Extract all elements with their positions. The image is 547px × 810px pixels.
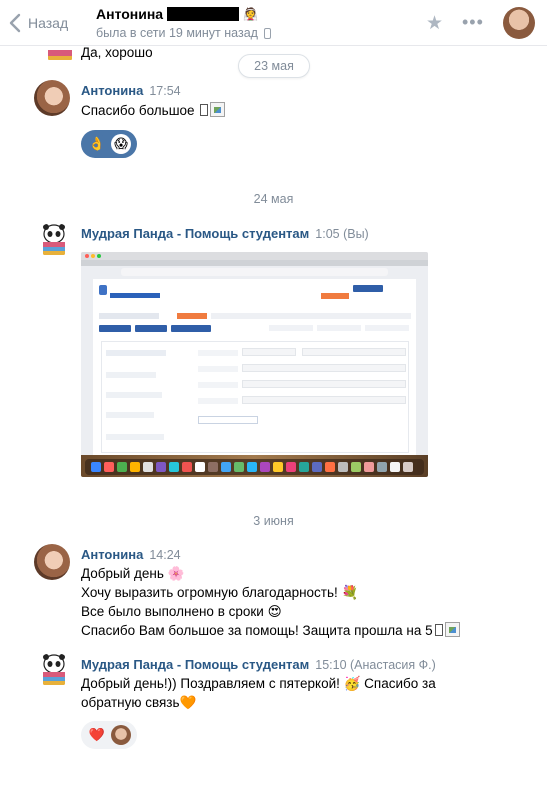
reaction-scream[interactable]: 😱 [111,134,131,154]
message-time: 15:10 (Анастасия Ф.) [315,658,436,672]
reaction-heart[interactable]: ❤️ [87,725,107,745]
back-button[interactable]: Назад [8,10,68,36]
author-name[interactable]: Антонина [81,547,143,562]
missing-glyph-icon [200,104,209,116]
date-pill: 23 мая [238,54,310,78]
screenshot-row [269,325,313,331]
message-line: Добрый день!)) Поздравляем с пятеркой! 🥳… [81,676,436,691]
message-line: обратную связь🧡 [81,695,197,710]
message-line-wrap: Спасибо Вам большое за помощь! Защита пр… [81,621,460,640]
attached-screenshot[interactable] [81,252,428,477]
message-author[interactable]: Антонина 14:24 [81,547,181,562]
online-status: была в сети 19 минут назад [96,26,271,40]
browser-address-bar [121,268,388,276]
screenshot-row [211,313,411,319]
screenshot-bar [177,313,207,319]
message-text: Добрый день!)) Поздравляем с пятеркой! 🥳… [81,674,436,712]
panda-icon [43,654,65,685]
reactions-bar[interactable]: 👌 😱 [81,130,137,158]
message-line: Добрый день 🌸 [81,566,185,581]
chat-title-block[interactable]: Антонина 👰 была в сети 19 минут назад [96,6,271,40]
message-line: Спасибо Вам большое за помощь! Защита пр… [81,623,433,638]
message-text: Спасибо большое [81,101,226,120]
message-author[interactable]: Мудрая Панда - Помощь студентам 15:10 (Ан… [81,657,436,672]
missing-glyph-icon [434,624,443,636]
message-author[interactable]: Мудрая Панда - Помощь студентам 1:05 (Вы) [81,226,369,241]
bride-emoji: 👰 [243,7,259,21]
browser-titlebar [81,252,428,260]
antonina-avatar[interactable] [34,544,70,580]
screenshot-row [365,325,409,331]
message-time: 1:05 (Вы) [315,227,369,241]
message-line: Хочу выразить огромную благодарность! 💐 [81,585,359,600]
panda-icon [43,224,65,255]
screenshot-page [93,279,416,456]
reactions-bar[interactable]: ❤️ [81,721,137,749]
screenshot-card [101,341,409,453]
screenshot-row [99,313,159,319]
chevron-left-icon [9,13,21,33]
message-line: Спасибо большое [81,103,199,118]
status-text: была в сети 19 минут назад [96,26,258,40]
panda-avatar[interactable] [36,652,72,688]
message-line: Все было выполнено в сроки 😍 [81,604,282,619]
chat-header: Назад Антонина 👰 была в сети 19 минут на… [0,0,547,46]
screenshot-button [99,325,131,332]
antiplagiat-logo [99,285,169,298]
screenshot-button [353,285,383,292]
more-dots-icon[interactable]: ••• [462,12,484,33]
message-author[interactable]: Антонина 17:54 [81,83,181,98]
author-name[interactable]: Мудрая Панда - Помощь студентам [81,226,309,241]
broken-image-icon [444,622,460,637]
back-label: Назад [28,15,69,31]
panda-avatar[interactable] [36,222,72,258]
browser-tabs [81,260,428,266]
mac-dock [85,459,424,475]
contact-first-name: Антонина [96,6,164,22]
message-time: 14:24 [149,548,181,562]
author-name[interactable]: Антонина [81,83,143,98]
screenshot-badge [321,293,349,299]
redacted-surname [167,7,240,21]
broken-image-icon [210,102,226,117]
message-feed: Да, хорошо 23 мая Антонина 17:54 Спасибо … [0,28,547,810]
antonina-avatar[interactable] [34,80,70,116]
header-avatar[interactable] [503,7,535,39]
mobile-phone-icon [263,27,271,39]
screenshot-row [317,325,361,331]
reaction-ok-hand[interactable]: 👌 [87,134,107,154]
screenshot-button [135,325,167,332]
author-name[interactable]: Мудрая Панда - Помощь студентам [81,657,309,672]
reactor-avatar[interactable] [111,725,131,745]
date-separator: 3 июня [253,514,294,528]
contact-name: Антонина 👰 [96,6,271,22]
date-separator: 24 мая [253,192,294,206]
star-icon[interactable]: ★ [426,12,443,35]
message-time: 17:54 [149,84,181,98]
screenshot-button [171,325,211,332]
message-text: Добрый день 🌸 Хочу выразить огромную бла… [81,564,460,640]
